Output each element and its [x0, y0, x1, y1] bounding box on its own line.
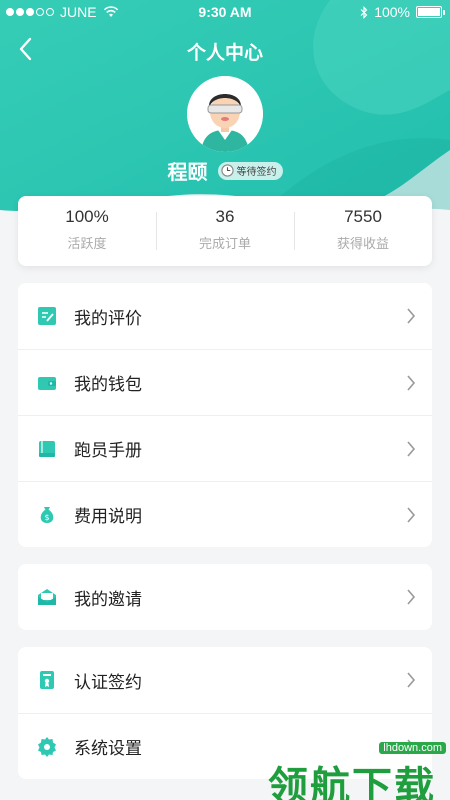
chevron-right-icon	[407, 308, 416, 324]
status-right: 100%	[360, 4, 445, 20]
stat-value: 7550	[344, 207, 382, 226]
money-bag-icon: $	[40, 506, 54, 523]
menu-item-label: 跑员手册	[74, 441, 142, 461]
invite-icon	[38, 589, 56, 605]
book-icon	[39, 440, 55, 457]
menu-item-my-reviews[interactable]: 我的评价	[18, 283, 432, 349]
status-badge: 等待签约	[217, 161, 283, 180]
menu-item-certification[interactable]: 认证签约	[18, 647, 432, 713]
stat-label: 获得收益	[336, 237, 389, 252]
status-badge-label: 等待签约	[236, 167, 277, 178]
menu-item-label: 我的评价	[74, 308, 142, 329]
stat-value: 100%	[65, 207, 109, 226]
clock-icon	[220, 164, 234, 177]
status-bar: JUNE 9:30 AM 100%	[0, 0, 450, 26]
menu-card-primary: 我的评价 我的钱包 跑员手册 $ 费用说明	[18, 283, 432, 547]
stat-activity: 100% 活跃度	[18, 196, 156, 266]
gear-icon	[38, 736, 56, 757]
watermark-logo: lhdown.com 领航下载	[268, 740, 450, 800]
review-icon	[38, 307, 56, 325]
page-title: 个人中心	[186, 42, 263, 64]
chevron-right-icon	[407, 589, 416, 605]
certificate-icon	[40, 671, 54, 689]
menu-item-runner-handbook[interactable]: 跑员手册	[18, 415, 432, 481]
stats-card: 100% 活跃度 36 完成订单 7550 获得收益	[18, 196, 432, 266]
menu-item-label: 我的邀请	[74, 589, 142, 610]
user-name: 程颐	[167, 160, 208, 184]
chevron-right-icon	[407, 441, 416, 457]
chevron-right-icon	[407, 672, 416, 688]
watermark-brand: 领航下载	[268, 764, 436, 800]
avatar[interactable]	[187, 76, 263, 152]
wallet-icon	[38, 376, 56, 390]
navigation-bar: 个人中心	[0, 30, 450, 70]
battery-percent: 100%	[374, 4, 410, 20]
driver-avatar-illustration	[187, 76, 263, 152]
watermark-domain: lhdown.com	[379, 742, 446, 754]
svg-text:$: $	[44, 513, 49, 522]
battery-icon	[416, 6, 445, 18]
menu-item-my-wallet[interactable]: 我的钱包	[18, 349, 432, 415]
menu-card-invite: 我的邀请	[18, 564, 432, 630]
chevron-right-icon	[407, 507, 416, 523]
stat-completed-orders: 36 完成订单	[156, 196, 294, 266]
profile-name-row: 程颐 等待签约	[0, 156, 450, 185]
stat-value: 36	[215, 207, 235, 226]
bluetooth-icon	[360, 5, 368, 19]
menu-item-fee-description[interactable]: $ 费用说明	[18, 481, 432, 547]
menu-item-my-invitations[interactable]: 我的邀请	[18, 564, 432, 630]
menu-item-label: 认证签约	[74, 672, 142, 693]
stat-label: 完成订单	[198, 237, 251, 252]
stat-label: 活跃度	[67, 237, 107, 252]
menu-item-label: 我的钱包	[74, 375, 142, 395]
menu-item-label: 费用说明	[74, 507, 142, 527]
chevron-right-icon	[407, 375, 416, 391]
menu-item-label: 系统设置	[74, 739, 142, 759]
stat-earnings: 7550 获得收益	[294, 196, 432, 266]
